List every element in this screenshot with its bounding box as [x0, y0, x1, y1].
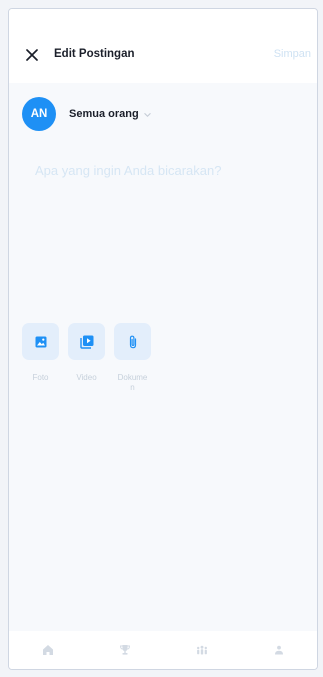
photo-icon — [35, 336, 46, 347]
community-icon — [196, 644, 208, 656]
close-button[interactable] — [23, 46, 41, 64]
paperclip-icon — [129, 335, 136, 348]
attach-photo-tile — [22, 323, 59, 360]
attach-video-label: Video — [76, 373, 97, 382]
attachment-toolbar: Foto Video Dokumen — [22, 323, 160, 393]
close-icon — [26, 49, 38, 61]
nav-item-home[interactable] — [9, 631, 86, 669]
video-icon — [79, 335, 93, 349]
attach-document-button[interactable]: Dokumen — [114, 323, 151, 393]
audience-label: Semua orang — [69, 108, 139, 120]
attach-video-tile — [68, 323, 105, 360]
attach-document-tile — [114, 323, 151, 360]
attach-video-button[interactable]: Video — [68, 323, 105, 393]
bottom-navigation — [9, 631, 317, 669]
nav-item-profile[interactable] — [240, 631, 317, 669]
page-title: Edit Postingan — [54, 48, 135, 60]
chevron-down-icon — [143, 111, 151, 118]
author-row: AN Semua orang — [22, 97, 151, 131]
attach-document-label: Dokumen — [117, 373, 148, 392]
post-editor: AN Semua orang Apa yang ingin Anda bicar… — [9, 83, 317, 631]
nav-item-trophy[interactable] — [86, 631, 163, 669]
save-button[interactable]: Simpan — [274, 48, 311, 60]
trophy-icon — [119, 644, 131, 656]
edit-post-screen: Edit Postingan Simpan AN Semua orang Apa… — [8, 8, 318, 670]
nav-item-community[interactable] — [163, 631, 240, 669]
post-text-input[interactable]: Apa yang ingin Anda bicarakan? — [35, 163, 307, 178]
audience-selector[interactable]: Semua orang — [69, 108, 151, 120]
app-bar: Edit Postingan Simpan — [9, 9, 317, 83]
profile-icon — [273, 644, 285, 656]
attach-photo-label: Foto — [32, 373, 49, 382]
home-icon — [42, 644, 54, 656]
attach-photo-button[interactable]: Foto — [22, 323, 59, 393]
avatar: AN — [22, 97, 56, 131]
